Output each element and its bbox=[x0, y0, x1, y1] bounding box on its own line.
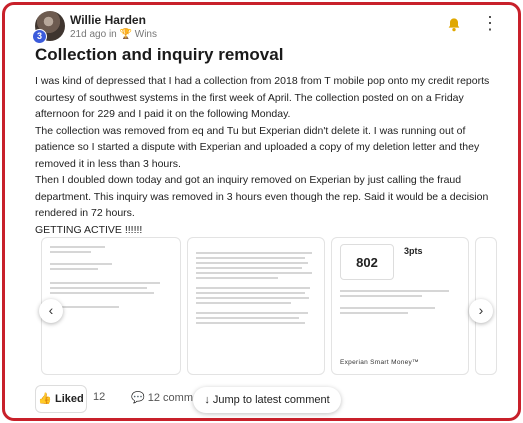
post-time: 21d ago bbox=[70, 29, 107, 40]
comments-link[interactable]: 💬 12 comme bbox=[131, 391, 199, 404]
post-footer: 👍 Liked 12 💬 12 comme ↓ Jump to latest c… bbox=[35, 385, 505, 413]
post-title: Collection and inquiry removal bbox=[35, 45, 284, 64]
image-carousel: 802 3pts Experian Smart Money™ ‹ › bbox=[35, 237, 497, 377]
thumbs-up-icon: 👍 bbox=[38, 393, 52, 405]
post-header: 3 Willie Harden 21d ago in 🏆 Wins ⋮ bbox=[32, 11, 508, 45]
carousel-prev-button[interactable]: ‹ bbox=[39, 299, 63, 323]
in-label: in bbox=[108, 29, 117, 40]
like-count: 12 bbox=[93, 391, 106, 403]
trophy-icon: 🏆 bbox=[119, 29, 132, 40]
score-change: 3pts bbox=[404, 246, 423, 256]
comment-icon: 💬 bbox=[131, 392, 145, 404]
more-options-icon[interactable]: ⋮ bbox=[481, 13, 500, 34]
comments-label: 12 comme bbox=[147, 392, 200, 404]
credit-score: 802 bbox=[356, 255, 378, 270]
arrow-down-icon: ↓ bbox=[204, 394, 210, 406]
score-gauge: 802 bbox=[340, 244, 394, 280]
experian-label: Experian Smart Money™ bbox=[340, 359, 419, 366]
post-paragraph: The collection was removed from eq and T… bbox=[35, 124, 480, 170]
post-paragraph: GETTING ACTIVE !!!!!! bbox=[35, 223, 143, 236]
like-button[interactable]: 👍 Liked bbox=[35, 385, 87, 413]
category-link[interactable]: Wins bbox=[135, 29, 157, 40]
carousel-next-button[interactable]: › bbox=[469, 299, 493, 323]
level-badge: 3 bbox=[32, 29, 47, 44]
post-card: 3 Willie Harden 21d ago in 🏆 Wins ⋮ Coll… bbox=[2, 2, 521, 421]
jump-to-latest-button[interactable]: ↓ Jump to latest comment bbox=[193, 387, 341, 413]
like-label: Liked bbox=[55, 393, 84, 405]
credit-score-thumbnail[interactable]: 802 3pts Experian Smart Money™ bbox=[331, 237, 469, 375]
post-paragraph: Then I doubled down today and got an inq… bbox=[35, 174, 489, 219]
post-meta: 21d ago in 🏆 Wins bbox=[70, 29, 157, 40]
letter-thumbnail[interactable] bbox=[187, 237, 325, 375]
jump-label: Jump to latest comment bbox=[212, 394, 330, 406]
author-name[interactable]: Willie Harden bbox=[70, 13, 146, 27]
post-body: I was kind of depressed that I had a col… bbox=[35, 73, 495, 238]
post-paragraph: I was kind of depressed that I had a col… bbox=[35, 75, 490, 120]
bell-icon[interactable] bbox=[446, 17, 462, 33]
